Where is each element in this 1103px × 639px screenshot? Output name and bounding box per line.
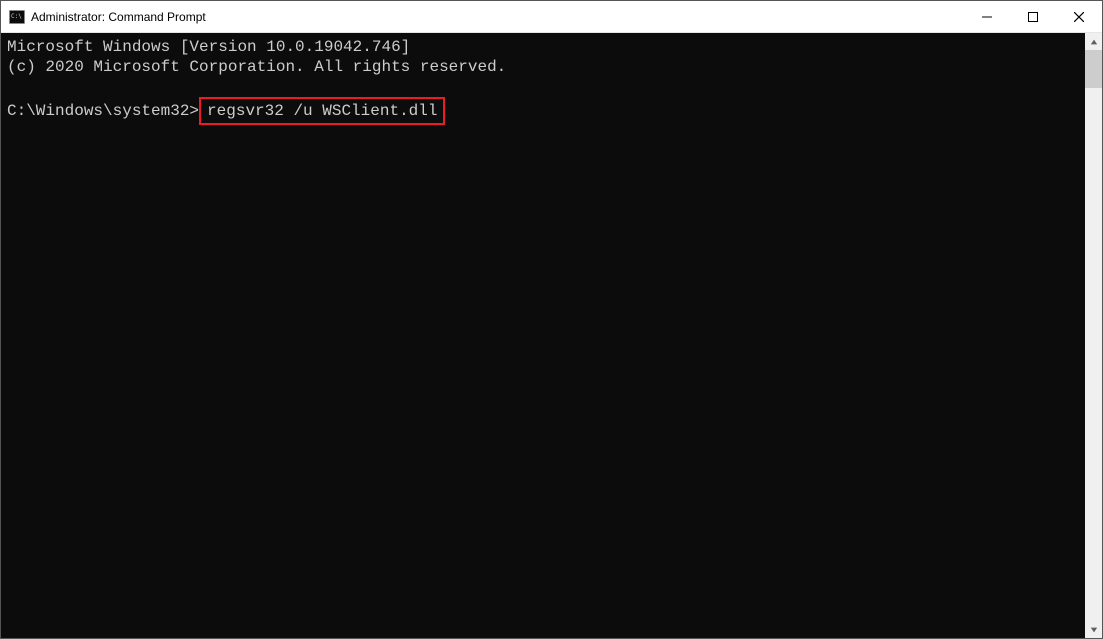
command-prompt-window: Administrator: Command Prompt Microsoft …	[0, 0, 1103, 639]
minimize-button[interactable]	[964, 1, 1010, 32]
console-area: Microsoft Windows [Version 10.0.19042.74…	[1, 33, 1102, 638]
scroll-down-button[interactable]	[1085, 621, 1102, 638]
maximize-button[interactable]	[1010, 1, 1056, 32]
vertical-scrollbar[interactable]	[1085, 33, 1102, 638]
window-controls	[964, 1, 1102, 32]
titlebar[interactable]: Administrator: Command Prompt	[1, 1, 1102, 33]
prompt-text: C:\Windows\system32>	[7, 102, 199, 120]
scroll-up-button[interactable]	[1085, 33, 1102, 50]
scroll-track[interactable]	[1085, 50, 1102, 621]
console-output[interactable]: Microsoft Windows [Version 10.0.19042.74…	[1, 33, 1085, 638]
window-title: Administrator: Command Prompt	[31, 10, 206, 24]
cmd-icon	[9, 10, 25, 24]
close-button[interactable]	[1056, 1, 1102, 32]
entered-command: regsvr32 /u WSClient.dll	[199, 97, 445, 125]
version-line: Microsoft Windows [Version 10.0.19042.74…	[7, 38, 410, 56]
titlebar-left: Administrator: Command Prompt	[9, 10, 206, 24]
scroll-thumb[interactable]	[1085, 50, 1102, 88]
copyright-line: (c) 2020 Microsoft Corporation. All righ…	[7, 58, 506, 76]
